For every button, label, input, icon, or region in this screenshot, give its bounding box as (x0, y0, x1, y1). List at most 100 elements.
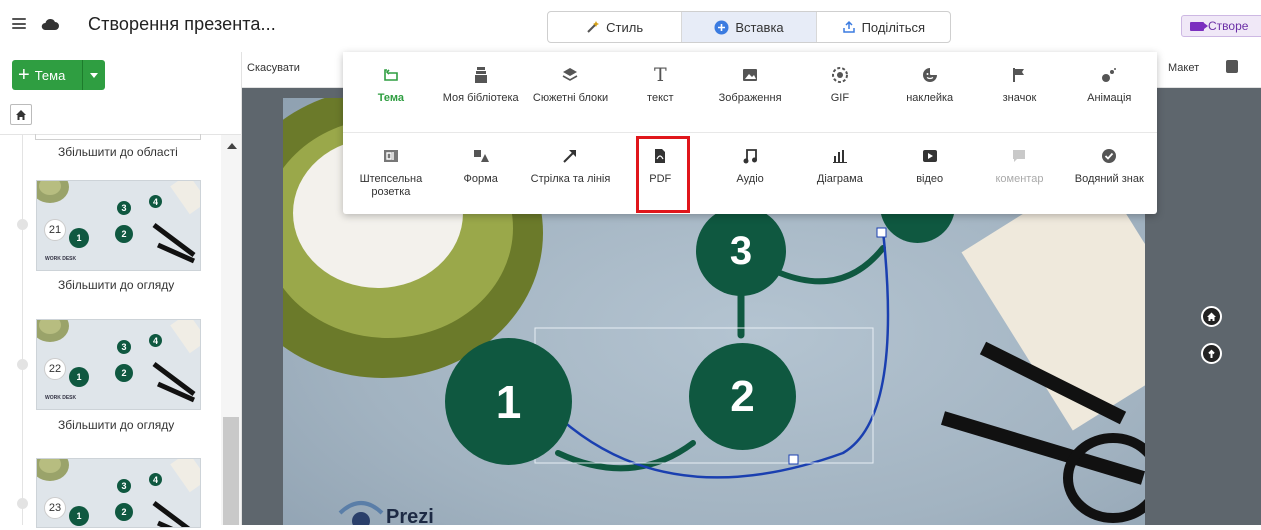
insert-watermark[interactable]: Водяний знак (1064, 133, 1154, 213)
theme-button[interactable]: + Тема (12, 60, 105, 90)
slide-frame (35, 134, 201, 140)
insert-story-blocks-label: Сюжетні блоки (532, 92, 609, 104)
tab-share[interactable]: Поділіться (817, 12, 950, 42)
slide-label: Збільшити до області (58, 145, 178, 159)
slide-label: Збільшити до огляду (58, 278, 175, 292)
tab-style-label: Стиль (606, 19, 644, 35)
timeline-dot (17, 359, 28, 370)
magic-wand-icon (587, 21, 600, 33)
music-icon (743, 149, 758, 164)
create-video-button[interactable]: Створе (1181, 15, 1261, 37)
insert-sticker[interactable]: наклейка (885, 52, 975, 132)
slide-node-2[interactable]: 2 (689, 343, 796, 450)
insert-chart[interactable]: Діаграма (795, 133, 885, 213)
insert-gif[interactable]: GIF (795, 52, 885, 132)
slide-number: 23 (44, 497, 66, 519)
comment-icon (1013, 150, 1026, 162)
slide-node-1[interactable]: 1 (445, 338, 572, 465)
slide-number: 21 (44, 219, 66, 241)
thumb-logo: WORK DESK (45, 395, 77, 401)
timeline-line (22, 135, 23, 525)
slides-scrollbar[interactable] (221, 135, 241, 525)
slide-thumbnail[interactable]: 3 4 1 2 21 WORK DESK (36, 180, 201, 271)
insert-video-label: відео (916, 173, 944, 185)
insert-animation[interactable]: Анімація (1064, 52, 1154, 132)
camera-icon (1190, 21, 1208, 31)
image-icon (743, 69, 758, 81)
insert-audio[interactable]: Аудіо (705, 133, 795, 213)
insert-my-library-label: Моя бібліотека (442, 92, 519, 104)
create-video-label: Створе (1208, 19, 1249, 33)
glasses-image (152, 362, 196, 403)
slide-thumbnail[interactable]: 3 4 1 2 22 WORK DESK (36, 319, 201, 410)
home-icon (16, 109, 26, 120)
insert-sticker-label: наклейка (906, 92, 954, 104)
slide-label: Збільшити до огляду (58, 418, 175, 432)
back-arrow-icon (1208, 349, 1215, 358)
plus-circle-icon (714, 20, 729, 34)
theme-button-label: Тема (34, 67, 66, 83)
text-icon: T (653, 63, 667, 86)
insert-image[interactable]: Зображення (705, 52, 795, 132)
insert-theme-label: Тема (377, 92, 405, 104)
gif-icon (831, 67, 848, 83)
presentation-title[interactable]: Створення презента... (88, 14, 276, 35)
video-icon (922, 150, 937, 162)
glasses-image (152, 223, 196, 264)
back-nav-button[interactable] (1201, 343, 1222, 364)
scroll-up-icon[interactable] (227, 143, 237, 149)
tab-insert[interactable]: Вставка (682, 12, 817, 42)
insert-menu: Тема Моя бібліотека Сюжетні блоки T текс… (343, 52, 1157, 214)
sticker-icon (922, 68, 937, 82)
layout-button[interactable]: Макет (1168, 62, 1199, 74)
insert-shape[interactable]: Форма (436, 133, 526, 213)
slide-thumbnail[interactable]: 3 4 1 2 23 (36, 458, 201, 528)
watermark-icon (1102, 149, 1117, 163)
insert-arrow-line[interactable]: Стрілка та лінія (526, 133, 616, 213)
notes-icon[interactable] (1226, 60, 1238, 73)
timeline-dot (17, 219, 28, 230)
insert-audio-label: Аудіо (736, 173, 764, 185)
insert-shape-label: Форма (463, 173, 498, 185)
arrow-icon (563, 150, 577, 163)
insert-chart-label: Діаграма (816, 173, 863, 185)
tab-style[interactable]: Стиль (548, 12, 683, 42)
plugin-icon (383, 150, 398, 162)
slide-node-3[interactable]: 3 (696, 206, 786, 296)
prezi-logo: Prezi (336, 493, 456, 530)
library-icon (474, 67, 487, 83)
cloud-icon[interactable] (40, 17, 60, 31)
glasses-image (152, 501, 191, 527)
insert-comment-label: коментар (995, 173, 1044, 185)
shape-icon (473, 150, 489, 162)
notebook-image (170, 320, 200, 354)
insert-theme[interactable]: Тема (346, 52, 436, 132)
insert-my-library[interactable]: Моя бібліотека (436, 52, 526, 132)
home-nav-button[interactable] (1201, 306, 1222, 327)
insert-watermark-label: Водяний знак (1074, 173, 1144, 185)
home-button[interactable] (10, 104, 32, 125)
menu-icon[interactable] (12, 18, 26, 29)
insert-animation-label: Анімація (1087, 92, 1132, 104)
insert-text[interactable]: T текст (615, 52, 705, 132)
thumb-logo: WORK DESK (45, 256, 77, 262)
cancel-button[interactable]: Скасувати (247, 62, 300, 74)
prezi-logo-text: Prezi (386, 506, 434, 528)
insert-icon-label: значок (1002, 92, 1037, 104)
insert-story-blocks[interactable]: Сюжетні блоки (526, 52, 616, 132)
plus-icon: + (18, 64, 30, 86)
tab-share-label: Поділіться (861, 19, 926, 35)
top-bar: Створення презента... Стиль Вставка Поді… (0, 0, 1261, 52)
main-tabs: Стиль Вставка Поділіться (547, 11, 951, 43)
theme-button-main[interactable]: + Тема (12, 60, 83, 90)
scrollbar-thumb[interactable] (223, 417, 239, 525)
notebook-image (170, 181, 200, 215)
chevron-down-icon (90, 72, 98, 78)
insert-plugin[interactable]: Штепсельна розетка (346, 133, 436, 213)
insert-menu-row: Штепсельна розетка Форма Стрілка та ліні… (343, 133, 1157, 213)
theme-icon (384, 69, 398, 81)
insert-gif-label: GIF (830, 92, 850, 104)
insert-icon[interactable]: значок (975, 52, 1065, 132)
insert-video[interactable]: відео (885, 133, 975, 213)
theme-dropdown-button[interactable] (83, 60, 105, 90)
